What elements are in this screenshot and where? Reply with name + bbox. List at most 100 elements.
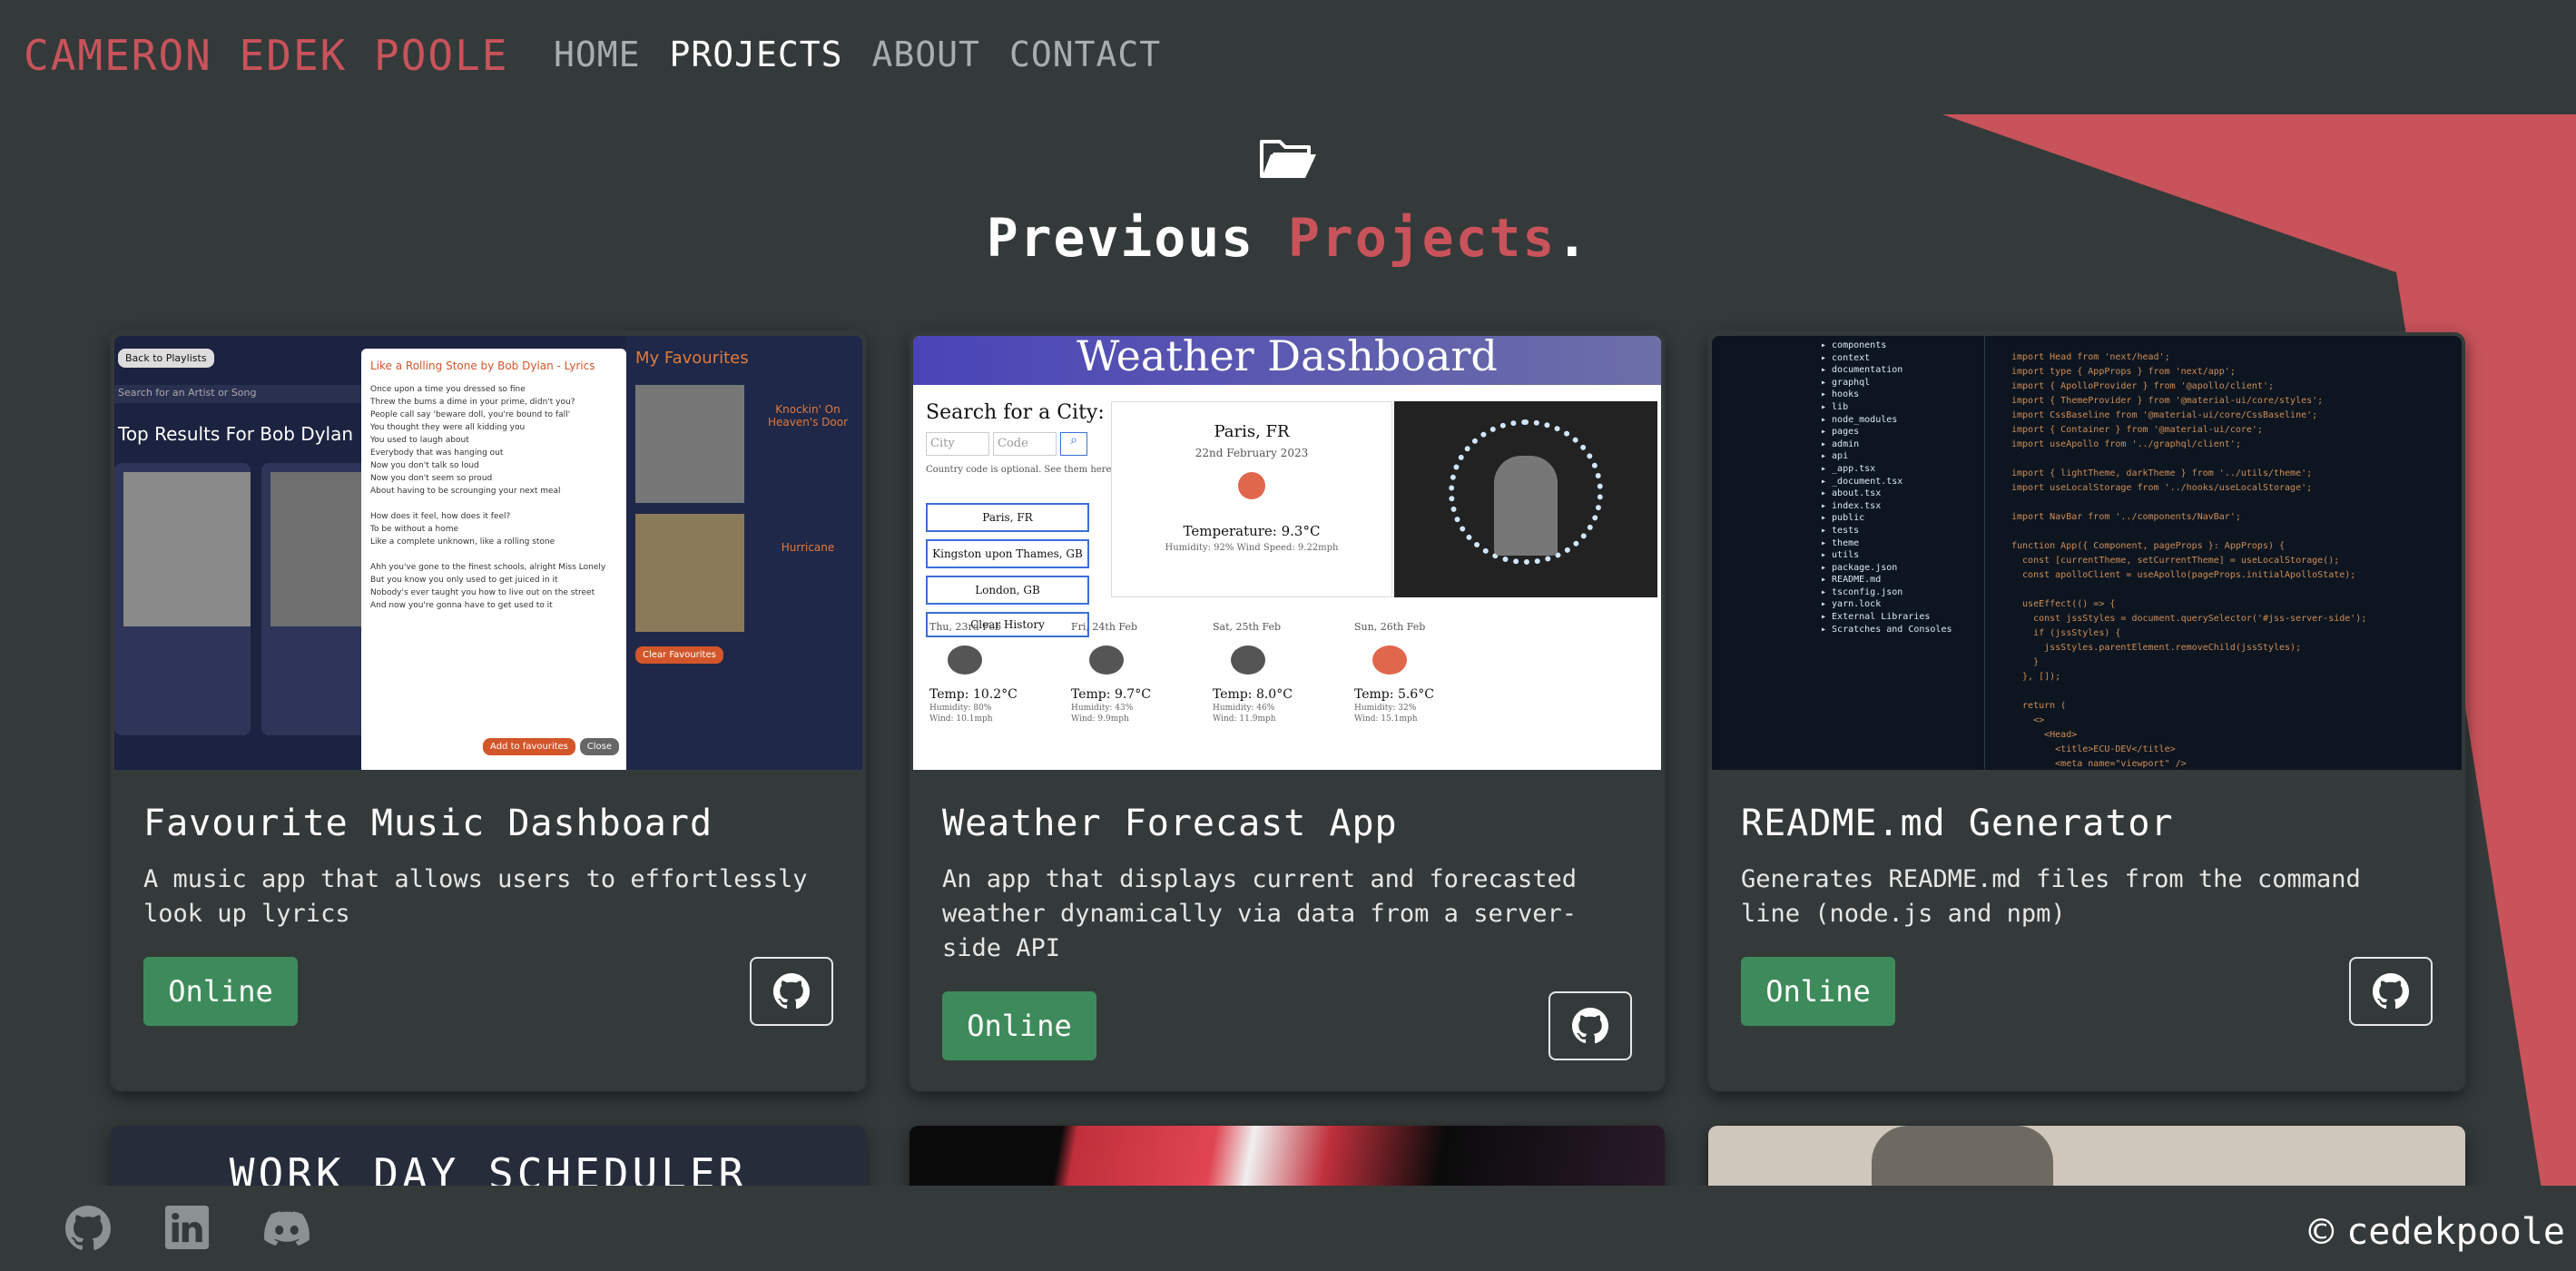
brand-logo-link[interactable]: CAMERON EDEK POOLE — [24, 31, 509, 80]
nav-home[interactable]: HOME — [554, 34, 641, 74]
project-thumbnail: ▸ components ▸ context ▸ documentation ▸ gr… — [1712, 336, 2462, 770]
page-heading: Previous Projects. — [0, 133, 2576, 269]
github-icon — [773, 973, 810, 1010]
thumb-forecast-date: Fri, 24th Feb — [1071, 621, 1137, 633]
folder-open-icon — [1260, 140, 1316, 178]
thumb-tree-item: ▸ public — [1821, 513, 1865, 524]
project-thumbnail: Weather Dashboard Search for a City: Cit… — [913, 336, 1661, 770]
thumb-forecast-temp: Temp: 9.7°C — [1071, 687, 1151, 702]
thumb-current-details: Humidity: 92% Wind Speed: 9.22mph — [1165, 543, 1339, 553]
thumb-code-input: Code — [993, 432, 1057, 456]
cloud-icon — [1231, 645, 1265, 675]
music-app-screenshot: Back to Playlists Search for an Artist o… — [114, 336, 862, 770]
project-card: Weather Dashboard Search for a City: Cit… — [909, 332, 1665, 1091]
thumb-tree-item: ▸ api — [1821, 451, 1849, 462]
weather-app-screenshot: Weather Dashboard Search for a City: Cit… — [913, 336, 1661, 770]
thumb-hint: Country code is optional. See them here — [926, 465, 1112, 475]
thumb-tree-item: ▸ README.md — [1821, 575, 1882, 586]
thumb-tree-item: ▸ index.tsx — [1821, 500, 1882, 511]
thumb-history-item: Paris, FR — [926, 503, 1089, 532]
github-repo-button[interactable] — [2349, 957, 2433, 1026]
thumb-forecast-day: Sun, 26th Feb Temp: 5.6°C Humidity: 32% Win… — [1354, 621, 1499, 724]
thumb-add-fav: Add to favourites — [483, 738, 575, 755]
thumb-forecast-wind: Wind: 10.1mph — [929, 714, 993, 724]
thumb-fav-title: My Favourites — [635, 349, 749, 368]
page-title: Previous Projects. — [987, 207, 1590, 269]
thumb-forecast-date: Sun, 26th Feb — [1354, 621, 1426, 633]
thumb-forecast-wind: Wind: 11.9mph — [1213, 714, 1276, 724]
thumb-forecast-wind: Wind: 9.9mph — [1071, 714, 1129, 724]
code-editor-screenshot: ▸ components ▸ context ▸ documentation ▸ gr… — [1712, 336, 2462, 770]
thumb-search-icon: ⌕ — [1060, 432, 1087, 456]
thumb-tree-item: ▸ about.tsx — [1821, 488, 1882, 499]
thumb-tree-item: ▸ _app.tsx — [1821, 463, 1876, 474]
nav-contact[interactable]: CONTACT — [1009, 34, 1161, 74]
thumb-tree-item: ▸ context — [1821, 352, 1871, 363]
project-title: Weather Forecast App — [942, 803, 1398, 844]
title-accent: Projects — [1288, 207, 1557, 269]
github-repo-button[interactable] — [750, 957, 833, 1026]
copyright-icon: © — [2308, 1207, 2335, 1256]
thumb-tree-item: ▸ pages — [1821, 427, 1860, 438]
thumb-fav-song-2: Hurricane — [781, 541, 835, 554]
thumb-tree-item: ▸ node_modules — [1821, 414, 1898, 425]
thumb-forecast-day: Sat, 25th Feb Temp: 8.0°C Humidity: 46% Win… — [1213, 621, 1358, 724]
online-button[interactable]: Online — [1741, 957, 1895, 1026]
title-main: Previous — [986, 207, 1288, 269]
project-description: A music app that allows users to effortl… — [143, 865, 808, 928]
online-button[interactable]: Online — [143, 957, 298, 1026]
thumb-history-item: London, GB — [926, 576, 1089, 605]
online-button[interactable]: Online — [942, 991, 1096, 1060]
thumb-tree-item: ▸ components — [1821, 340, 1887, 350]
project-description: An app that displays current and forecas… — [942, 865, 1577, 962]
thumb-forecast-humidity: Humidity: 46% — [1213, 704, 1275, 713]
nav-about[interactable]: ABOUT — [872, 34, 980, 74]
thumb-forecast-date: Thu, 23rd Feb — [929, 621, 1001, 633]
thumb-fav-song-1: Knockin' On Heaven's Door — [767, 403, 849, 429]
thumb-forecast-date: Sat, 25th Feb — [1213, 621, 1282, 633]
thumb-weather-heading: Weather Dashboard — [913, 336, 1661, 385]
discord-icon — [264, 1211, 310, 1246]
thumb-tree-item: ▸ tests — [1821, 525, 1860, 536]
thumb-tree-item: ▸ graphql — [1821, 377, 1871, 388]
thumb-tree-item: ▸ hooks — [1821, 389, 1860, 400]
thumb-results-heading: Top Results For Bob Dylan — [118, 423, 354, 445]
thumb-tree-item: ▸ package.json — [1821, 562, 1898, 573]
github-icon — [1572, 1008, 1608, 1044]
thumb-forecast-day: Fri, 24th Feb Temp: 9.7°C Humidity: 43% Win… — [1071, 621, 1216, 724]
thumb-forecast-day: Thu, 23rd Feb Temp: 10.2°C Humidity: 80% Wi… — [929, 621, 1075, 724]
github-repo-button[interactable] — [1549, 991, 1632, 1060]
thumb-clear-fav: Clear Favourites — [635, 646, 723, 664]
linkedin-link[interactable] — [165, 1206, 209, 1255]
thumb-tree-item: ▸ Scratches and Consoles — [1821, 624, 1952, 635]
project-title: README.md Generator — [1741, 803, 2174, 844]
copyright-name: cedekpoole — [2346, 1211, 2565, 1253]
thumb-modal-title: Like a Rolling Stone by Bob Dylan - Lyri… — [370, 360, 595, 372]
thumb-forecast-temp: Temp: 5.6°C — [1354, 687, 1434, 702]
project-description: Generates README.md files from the comma… — [1741, 865, 2361, 928]
thumb-forecast-humidity: Humidity: 80% — [929, 704, 992, 713]
github-link[interactable] — [65, 1206, 112, 1255]
discord-link[interactable] — [263, 1206, 310, 1255]
linkedin-icon — [165, 1206, 209, 1249]
main-nav: HOME PROJECTS ABOUT CONTACT — [554, 34, 1161, 74]
site-footer: © cedekpoole — [0, 1186, 2576, 1271]
thumb-tree-item: ▸ _document.tsx — [1821, 476, 1903, 487]
thumb-forecast-wind: Wind: 15.1mph — [1354, 714, 1418, 724]
project-thumbnail: Back to Playlists Search for an Artist o… — [114, 336, 862, 770]
thumb-current-city: Paris, FR — [1214, 422, 1290, 441]
thumb-back-button: Back to Playlists — [118, 349, 214, 368]
thumb-forecast-temp: Temp: 8.0°C — [1213, 687, 1293, 702]
nav-projects[interactable]: PROJECTS — [670, 34, 843, 74]
site-header: CAMERON EDEK POOLE HOME PROJECTS ABOUT C… — [0, 0, 2576, 116]
thumb-current-date: 22nd February 2023 — [1195, 447, 1309, 459]
thumb-forecast-humidity: Humidity: 32% — [1354, 704, 1417, 713]
thumb-tree-item: ▸ lib — [1821, 401, 1849, 412]
thumb-tree-item: ▸ admin — [1821, 438, 1860, 449]
thumb-tree-item: ▸ theme — [1821, 537, 1860, 548]
thumb-forecast-humidity: Humidity: 43% — [1071, 704, 1134, 713]
project-title: Favourite Music Dashboard — [143, 803, 713, 844]
thumb-tree-item: ▸ documentation — [1821, 365, 1903, 376]
cloud-icon — [948, 645, 982, 675]
github-icon — [65, 1206, 112, 1250]
